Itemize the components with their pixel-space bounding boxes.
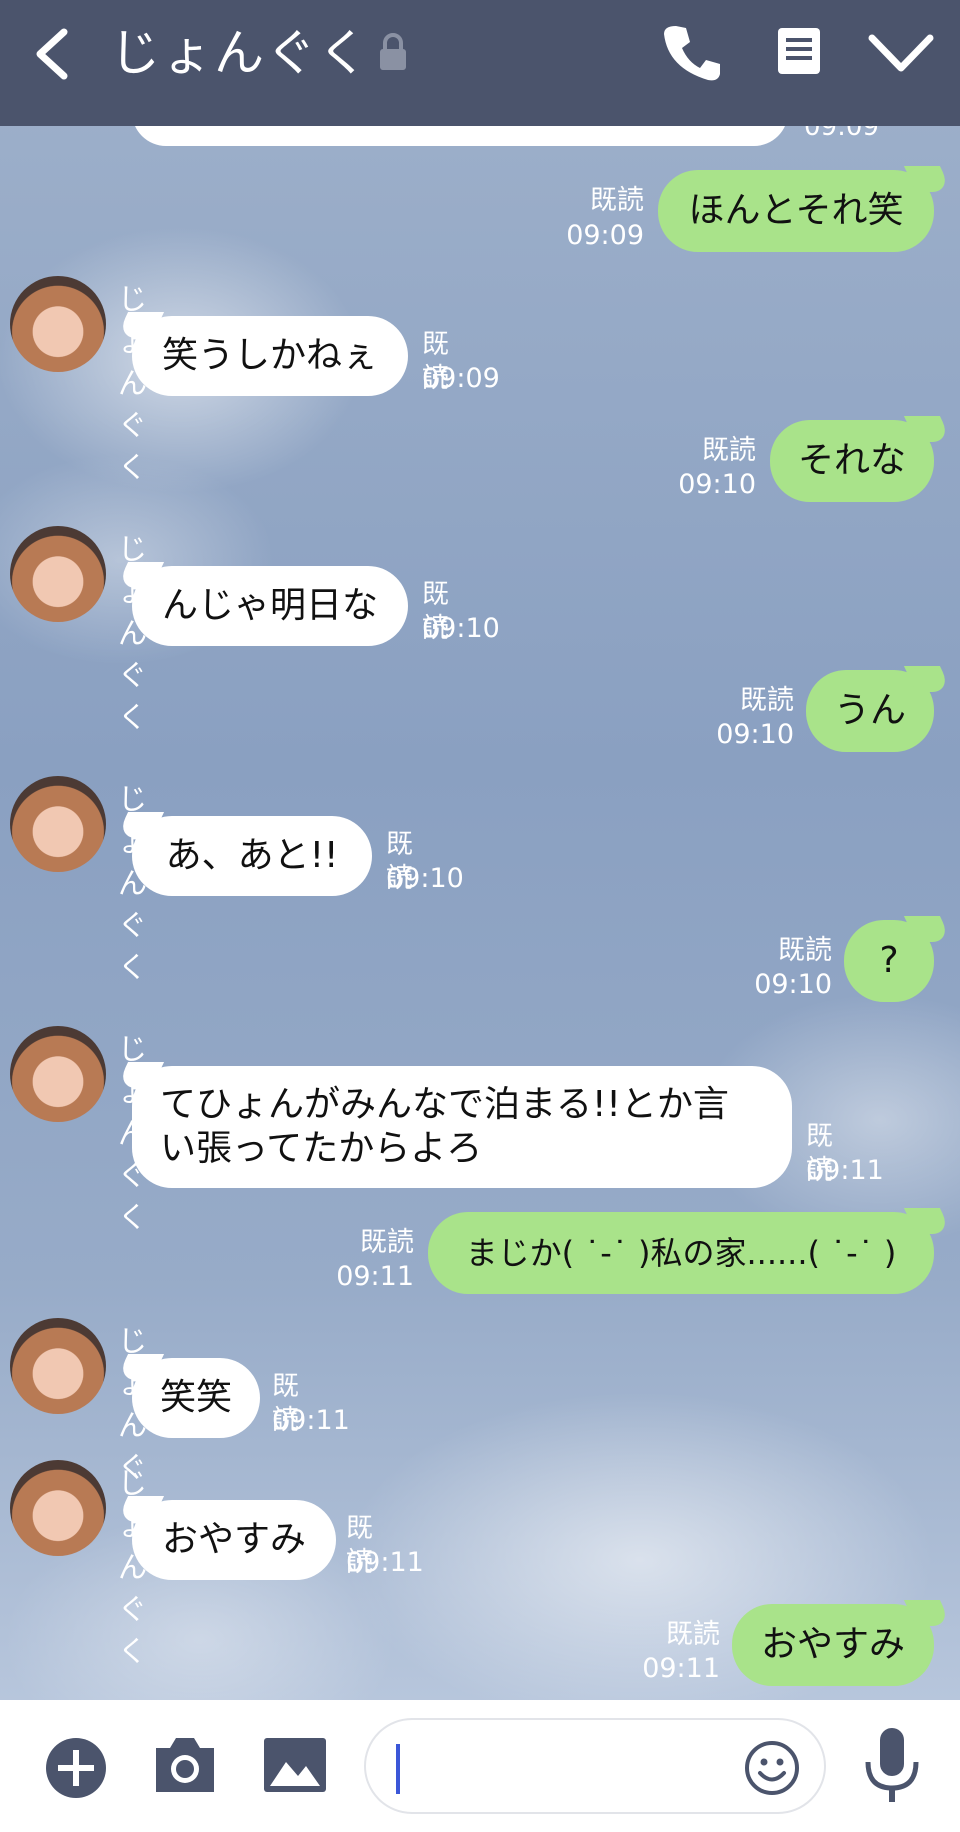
message-bubble[interactable]: あ、あと!!	[132, 816, 372, 896]
avatar[interactable]	[10, 526, 106, 622]
read-receipt: 既読	[702, 435, 756, 466]
image-icon[interactable]	[262, 1736, 328, 1794]
message-bubble[interactable]: まじか( ˙-˙ )私の家......( ˙-˙ )	[428, 1212, 934, 1294]
notes-icon[interactable]	[776, 26, 822, 76]
message-time: 09:11	[336, 1261, 414, 1292]
message-time: 09:10	[716, 719, 794, 750]
message-line: い張ってたからよろ	[160, 1128, 483, 1169]
message-time: 09:11	[806, 1155, 884, 1186]
message-text-field[interactable]	[406, 1742, 726, 1794]
avatar[interactable]	[10, 276, 106, 372]
message-bubble[interactable]: ?	[844, 920, 934, 1002]
text-caret	[396, 1744, 400, 1794]
avatar[interactable]	[10, 776, 106, 872]
read-receipt: 既読	[590, 185, 644, 216]
avatar[interactable]	[10, 1318, 106, 1414]
phone-icon[interactable]	[662, 22, 722, 84]
avatar[interactable]	[10, 1460, 106, 1556]
message-time: 09:11	[642, 1653, 720, 1684]
message-bubble[interactable]: うん	[806, 670, 934, 752]
message-input[interactable]	[364, 1718, 826, 1814]
chevron-down-icon[interactable]	[866, 30, 936, 76]
read-receipt: 既読	[740, 685, 794, 716]
message-line: てひょんがみんなで泊まる!!とか言	[160, 1084, 729, 1125]
message-time: 09:11	[272, 1405, 350, 1436]
message-time: 09:10	[386, 863, 464, 894]
chat-title: じょんぐく	[110, 24, 370, 82]
camera-icon[interactable]	[152, 1734, 218, 1796]
read-receipt: 既読	[778, 935, 832, 966]
microphone-icon[interactable]	[862, 1726, 922, 1806]
avatar[interactable]	[10, 1026, 106, 1122]
message-input-bar	[0, 1700, 960, 1832]
chevron-left-icon[interactable]	[28, 26, 78, 82]
lock-icon	[380, 33, 406, 70]
message-bubble[interactable]: んじゃ明日な	[132, 566, 408, 646]
message-time: 09:10	[678, 469, 756, 500]
message-time: 09:10	[422, 613, 500, 644]
message-bubble[interactable]: おやすみ	[732, 1604, 934, 1686]
message-time: 09:09	[566, 220, 644, 251]
message-bubble[interactable]: おやすみ	[132, 1500, 336, 1580]
message-bubble[interactable]: てひょんがみんなで泊まる!!とか言 い張ってたからよろ	[132, 1066, 792, 1188]
message-bubble[interactable]: ほんとそれ笑	[658, 170, 934, 252]
chat-header: じょんぐく	[0, 0, 960, 126]
message-time: 09:10	[754, 969, 832, 1000]
message-bubble[interactable]: それな	[770, 420, 934, 502]
read-receipt: 既読	[666, 1619, 720, 1650]
plus-icon[interactable]	[44, 1736, 108, 1800]
emoji-icon[interactable]	[744, 1740, 800, 1796]
message-bubble[interactable]: 笑うしかねぇ	[132, 316, 408, 396]
message-time: 09:09	[422, 363, 500, 394]
message-time: 09:11	[346, 1547, 424, 1578]
read-receipt: 既読	[360, 1227, 414, 1258]
message-bubble[interactable]: 笑笑	[132, 1358, 260, 1438]
